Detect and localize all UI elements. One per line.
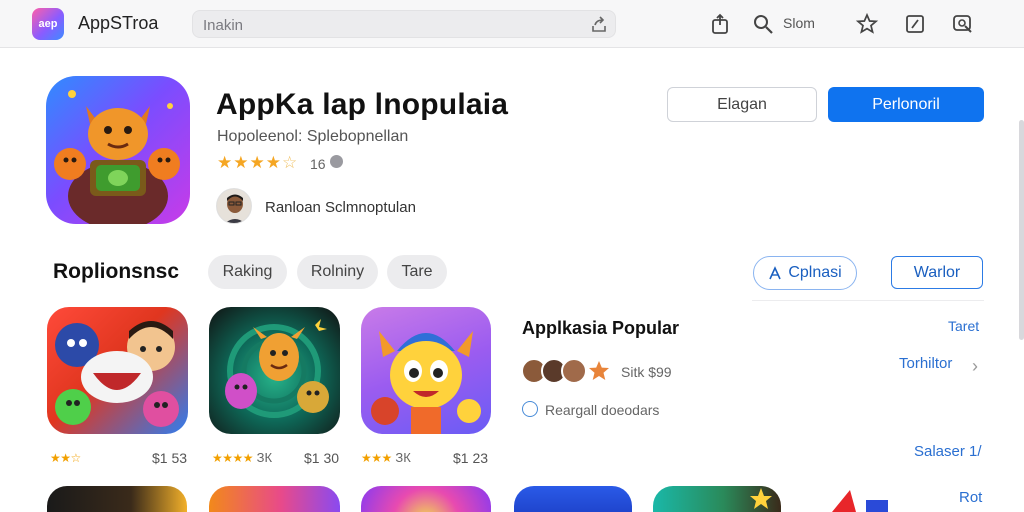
card-1-rating: ★★☆ [50, 450, 81, 465]
app-subtitle: Hopoleenol: Splebopnellan [217, 128, 409, 145]
app-store-logo[interactable]: aep [32, 8, 64, 40]
app-card-icon-1[interactable] [47, 307, 188, 434]
person-icon [769, 266, 782, 280]
card-3-price: $1 23 [453, 450, 489, 466]
featured-title[interactable]: Applkasia Popular [522, 318, 679, 339]
hero-app-icon[interactable] [46, 76, 190, 224]
info-icon[interactable] [330, 155, 343, 168]
search-icon[interactable] [751, 12, 775, 36]
card-1-stars: ★★☆ [50, 451, 81, 465]
monster-game-icon [225, 319, 329, 418]
chevron-right-icon[interactable]: › [972, 356, 978, 377]
rating-stars: ★★★★☆ [217, 153, 298, 173]
app-card-icon-7[interactable] [514, 486, 632, 512]
mascot-character-icon [371, 331, 481, 434]
app-card-icon-6[interactable] [361, 486, 491, 512]
share-icon[interactable] [589, 15, 609, 35]
filter-button-label: Cplnasi [788, 264, 842, 281]
link-taret[interactable]: Taret [948, 318, 979, 334]
featured-count: Sitk $99 [621, 364, 672, 380]
link-rot[interactable]: Rot [959, 489, 982, 506]
star-icon[interactable] [855, 12, 879, 36]
chip-ranking[interactable]: Raking [208, 255, 287, 289]
message-search-icon[interactable] [951, 12, 975, 36]
card-3-meta: ЗК [395, 450, 411, 465]
cartoon-faces-icon [55, 321, 179, 427]
primary-action-button[interactable]: Perlonoril [828, 87, 984, 122]
top-bar: aep AppSTroa Slom [0, 0, 1024, 48]
featured-avatars [521, 358, 616, 386]
share-up-icon[interactable] [708, 12, 732, 36]
scrollbar[interactable] [1019, 120, 1024, 340]
red-star-icon [832, 490, 888, 512]
featured-downloads: Reargall doeodars [545, 402, 660, 418]
filter-button[interactable]: Cplnasi [753, 256, 857, 290]
card-3-stars: ★★★ [361, 451, 392, 465]
card-2-price: $1 30 [304, 450, 340, 466]
section-title: Roplionsnsc [53, 260, 180, 283]
chip-rolniny[interactable]: Rolniny [297, 255, 378, 289]
search-input[interactable] [203, 15, 583, 35]
star-icon [750, 488, 772, 509]
avatar-3 [561, 358, 587, 384]
account-label[interactable]: Slom [783, 15, 815, 31]
card-2-meta: ЗК [256, 450, 273, 465]
search-bar[interactable] [192, 10, 616, 38]
monster-character-icon [54, 90, 180, 224]
card-2-rating: ★★★★ ЗК [212, 450, 272, 465]
rating-count: 16 [310, 156, 326, 172]
app-card-icon-3[interactable] [361, 307, 491, 434]
link-torhiltor[interactable]: Torhiltor [899, 355, 952, 372]
app-title: AppKa lap lnopulaia [216, 88, 509, 121]
edit-icon[interactable] [903, 12, 927, 36]
app-store-title: AppSTroa [78, 13, 159, 33]
chip-tare[interactable]: Tare [387, 255, 447, 289]
download-icon [522, 401, 538, 417]
developer-name[interactable]: Ranloan Sclmnoptulan [265, 199, 416, 216]
card-1-price: $1 53 [152, 450, 188, 466]
warlor-button[interactable]: Warlor [891, 256, 983, 289]
secondary-button[interactable]: Elagan [667, 87, 817, 122]
app-card-icon-8[interactable] [653, 486, 781, 512]
rating-half-star: ☆ [281, 153, 299, 172]
rating-filled-stars: ★★★★ [217, 153, 282, 172]
card-3-rating: ★★★ ЗК [361, 450, 411, 465]
app-card-icon-2[interactable] [209, 307, 340, 434]
divider [752, 300, 984, 301]
card-2-stars: ★★★★ [212, 451, 254, 465]
developer-avatar[interactable] [216, 188, 252, 224]
star-badge-icon [589, 361, 609, 380]
app-card-icon-4[interactable] [47, 486, 187, 512]
person-avatar-icon [217, 189, 251, 223]
app-card-icon-5[interactable] [209, 486, 340, 512]
link-salaser[interactable]: Salaser 1/ [914, 443, 982, 460]
